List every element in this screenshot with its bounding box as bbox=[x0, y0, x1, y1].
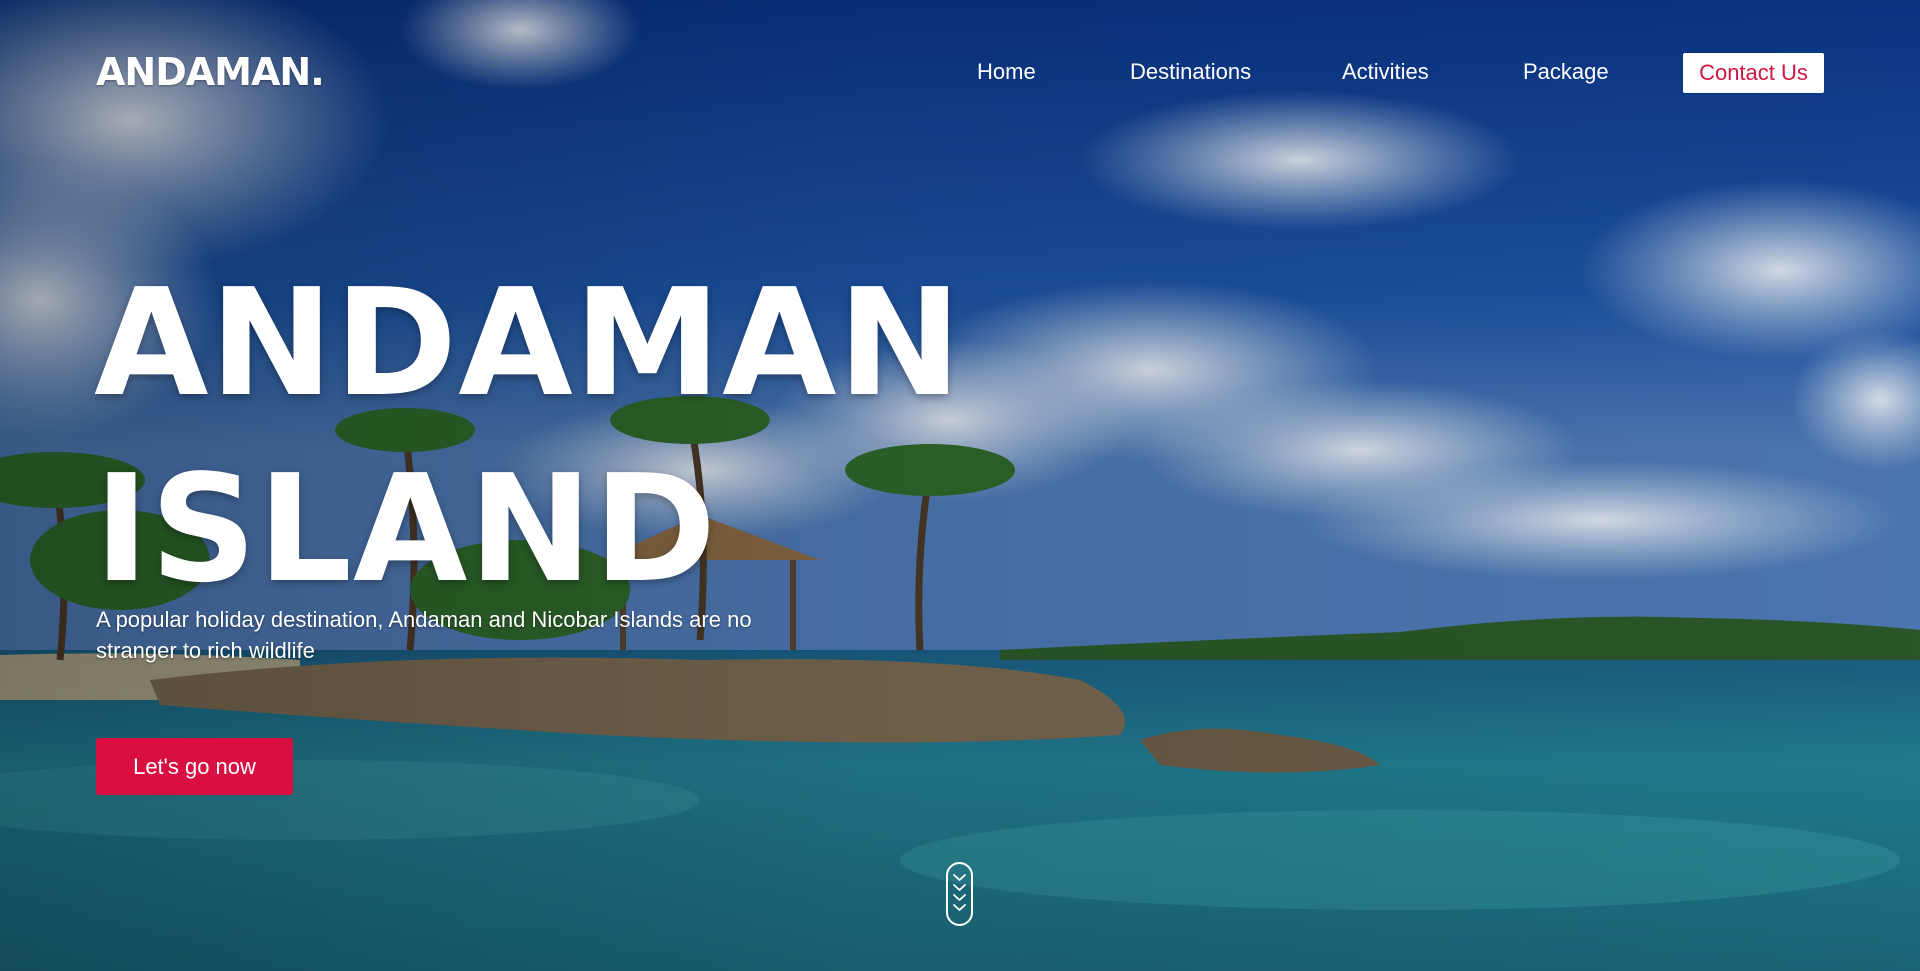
lets-go-now-button[interactable]: Let's go now bbox=[96, 738, 293, 795]
hero-title-line-2: ISLAND bbox=[94, 443, 718, 615]
main-nav: Home Destinations Activities Package Con… bbox=[0, 53, 1920, 93]
hero-description: A popular holiday destination, Andaman a… bbox=[96, 607, 752, 663]
chevrons-down-icon bbox=[953, 874, 966, 911]
hero-section: ANDAMAN. Home Destinations Activities Pa… bbox=[0, 0, 1920, 971]
nav-item-package[interactable]: Package bbox=[1523, 59, 1609, 85]
contact-us-button[interactable]: Contact Us bbox=[1683, 53, 1824, 93]
hero-title-line-1: ANDAMAN bbox=[94, 257, 963, 429]
hero-title: ANDAMAN ISLAND bbox=[94, 250, 962, 622]
nav-item-home[interactable]: Home bbox=[977, 59, 1036, 85]
scroll-down-indicator[interactable] bbox=[946, 862, 973, 926]
nav-item-activities[interactable]: Activities bbox=[1342, 59, 1429, 85]
nav-item-destinations[interactable]: Destinations bbox=[1130, 59, 1251, 85]
